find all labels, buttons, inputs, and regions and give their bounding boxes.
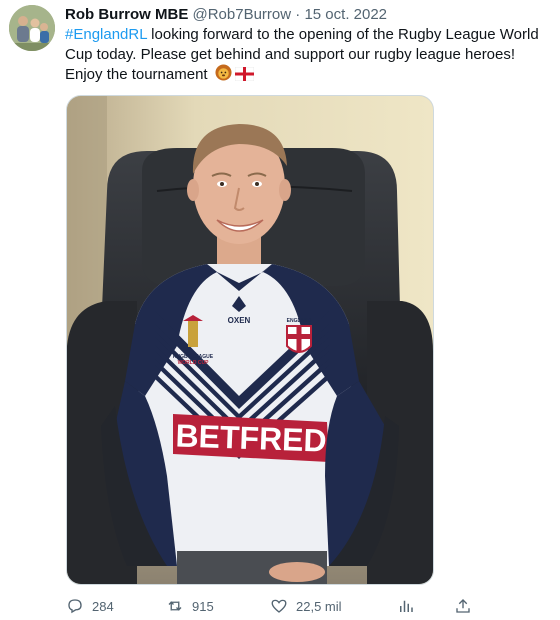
reply-count: 284 (92, 598, 114, 614)
share-button[interactable] (454, 595, 480, 617)
retweet-button[interactable]: 915 (166, 595, 214, 617)
views-button[interactable] (397, 595, 423, 617)
analytics-icon (400, 600, 413, 612)
hashtag-link[interactable]: #EnglandRL (65, 26, 147, 43)
reply-icon (68, 599, 82, 614)
like-count: 22,5 mil (296, 598, 342, 614)
tweet-photo[interactable]: OXEN RUGBY LEAGUE WORLD CUP ENGLAND BETF… (66, 95, 434, 585)
badge-line2: WORLD CUP (178, 360, 209, 366)
tweet-text: #EnglandRL looking forward to the openin… (65, 25, 545, 87)
retweet-icon (168, 601, 182, 611)
author-handle[interactable]: @Rob7Burrow (193, 6, 292, 23)
lion-face-emoji (215, 64, 232, 87)
tweet-card[interactable]: Rob Burrow MBE @Rob7Burrow · 15 oct. 202… (0, 0, 560, 620)
tweet-header: Rob Burrow MBE @Rob7Burrow · 15 oct. 202… (65, 6, 387, 24)
sponsor-text: BETFRED (175, 417, 327, 458)
author-name[interactable]: Rob Burrow MBE (65, 6, 188, 23)
separator-dot: · (295, 6, 301, 23)
author-avatar[interactable] (9, 5, 55, 51)
share-icon (456, 599, 470, 613)
england-flag-emoji (234, 66, 255, 87)
heart-icon (271, 599, 287, 613)
tweet-actions: 284 915 22,5 mil (66, 595, 486, 617)
reply-button[interactable]: 284 (66, 595, 114, 617)
retweet-count: 915 (192, 598, 214, 614)
crest-label: ENGLAND (287, 318, 312, 324)
shirt-brand: OXEN (228, 316, 251, 325)
tweet-date[interactable]: 15 oct. 2022 (304, 6, 387, 23)
like-button[interactable]: 22,5 mil (270, 595, 342, 617)
